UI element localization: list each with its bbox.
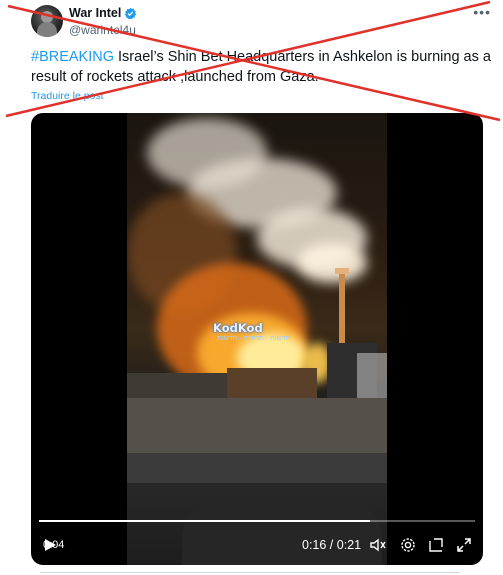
- translate-post-link[interactable]: Traduire le post: [31, 90, 104, 102]
- author-avatar[interactable]: [31, 5, 63, 37]
- video-progress-bar[interactable]: [39, 520, 475, 522]
- divider: [40, 572, 460, 573]
- video-progress-fill: [39, 520, 371, 522]
- pip-icon[interactable]: [427, 536, 445, 554]
- settings-icon[interactable]: [399, 536, 417, 554]
- author-handle[interactable]: @warintel4u: [69, 23, 136, 37]
- mute-icon[interactable]: [369, 536, 387, 554]
- hashtag-link[interactable]: #BREAKING: [31, 49, 114, 65]
- tweet-text: #BREAKING Israel’s Shin Bet Headquarters…: [31, 47, 491, 87]
- video-controls: 0:04 0:16 / 0:21: [31, 533, 483, 557]
- video-watermark-sub: חדשות · חדשות · חדשות: [217, 335, 291, 342]
- time-readout: 0:16 / 0:21: [302, 538, 362, 552]
- video-watermark: KodKod: [213, 321, 263, 335]
- video-player[interactable]: KodKod חדשות · חדשות · חדשות 0:04 0:16 /…: [31, 113, 483, 565]
- verified-badge-icon: [125, 7, 137, 19]
- author-display-name[interactable]: War Intel: [69, 6, 121, 20]
- elapsed-time-label: 0:04: [43, 539, 65, 551]
- fullscreen-icon[interactable]: [455, 536, 473, 554]
- author-name-row[interactable]: War Intel: [69, 6, 137, 20]
- more-horizontal-icon[interactable]: •••: [473, 4, 491, 20]
- video-frame: KodKod חדשות · חדשות · חדשות: [127, 113, 387, 565]
